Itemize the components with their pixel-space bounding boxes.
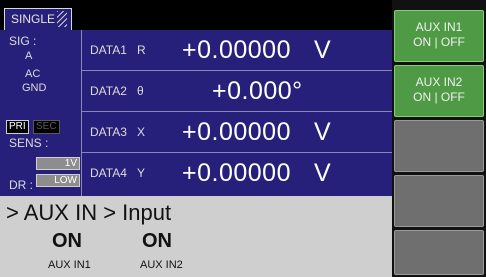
softkey-line2: ON | OFF [413,35,465,49]
softkey-3[interactable] [394,120,484,172]
aux-in2-state: ON [142,230,172,252]
data-row-label: DATA4 [90,166,127,180]
data-row-2: DATA2 θ +0.000° [82,71,392,112]
dr-label: DR : [9,178,33,192]
menu-area: > AUX IN > Input ON ON AUX IN1 AUX IN2 [0,196,392,277]
data-row-unit: V [314,36,331,64]
softkey-aux-in2[interactable]: AUX IN2 ON | OFF [394,65,484,117]
data-row-symbol: Y [137,166,146,180]
tab-stripe-decoration [57,11,67,27]
sig-coupling-value: AC [25,68,41,80]
status-panel: SIG : A AC GND PRI SEC SENS : 1V DR : LO… [0,30,82,196]
data-row-4: DATA4 Y +0.00000 V [82,153,392,194]
data-row-label: DATA3 [90,125,127,139]
softkey-5[interactable] [394,230,484,275]
sig-input-value: A [25,50,33,62]
aux-in1-state: ON [52,230,82,252]
tab-bar: SINGLE [0,0,392,30]
breadcrumb: > AUX IN > Input [6,200,172,225]
data-row-value: +0.00000 [182,159,291,187]
data-row-label: DATA2 [90,84,127,98]
pri-indicator: PRI [6,120,29,134]
data-row-value: +0.00000 [182,118,291,146]
data-row-3: DATA3 X +0.00000 V [82,112,392,153]
data-display: DATA1 R +0.00000 V DATA2 θ +0.000° DATA3… [82,30,392,196]
sig-ground-value: GND [22,82,47,94]
data-row-unit: V [314,118,331,146]
data-row-label: DATA1 [90,43,127,57]
instrument-screen: SINGLE SIG : A AC GND PRI SEC SENS : 1V … [0,0,486,277]
softkey-line2: ON | OFF [413,90,465,104]
aux-in1-label: AUX IN1 [48,259,91,271]
softkey-4[interactable] [394,175,484,227]
aux-in2-label: AUX IN2 [140,259,183,271]
softkey-line1: AUX IN1 [415,20,463,34]
data-row-unit: V [314,159,331,187]
data-row-symbol: θ [137,84,144,98]
softkey-aux-in1[interactable]: AUX IN1 ON | OFF [394,10,484,62]
sens-value: 1V [36,157,80,170]
tab-single-label: SINGLE [11,12,56,26]
sig-label: SIG : [9,34,37,48]
data-row-1: DATA1 R +0.00000 V [82,30,392,71]
softkey-line1: AUX IN2 [415,75,463,89]
sens-label: SENS : [9,136,49,150]
tab-single[interactable]: SINGLE [4,8,72,30]
data-row-value: +0.00000 [182,36,291,64]
data-row-symbol: R [137,43,146,57]
softkey-column: AUX IN1 ON | OFF AUX IN2 ON | OFF [392,0,486,277]
data-row-value: +0.000° [212,77,303,105]
dr-value: LOW [36,174,80,187]
sec-indicator: SEC [33,120,60,134]
data-row-symbol: X [137,125,146,139]
